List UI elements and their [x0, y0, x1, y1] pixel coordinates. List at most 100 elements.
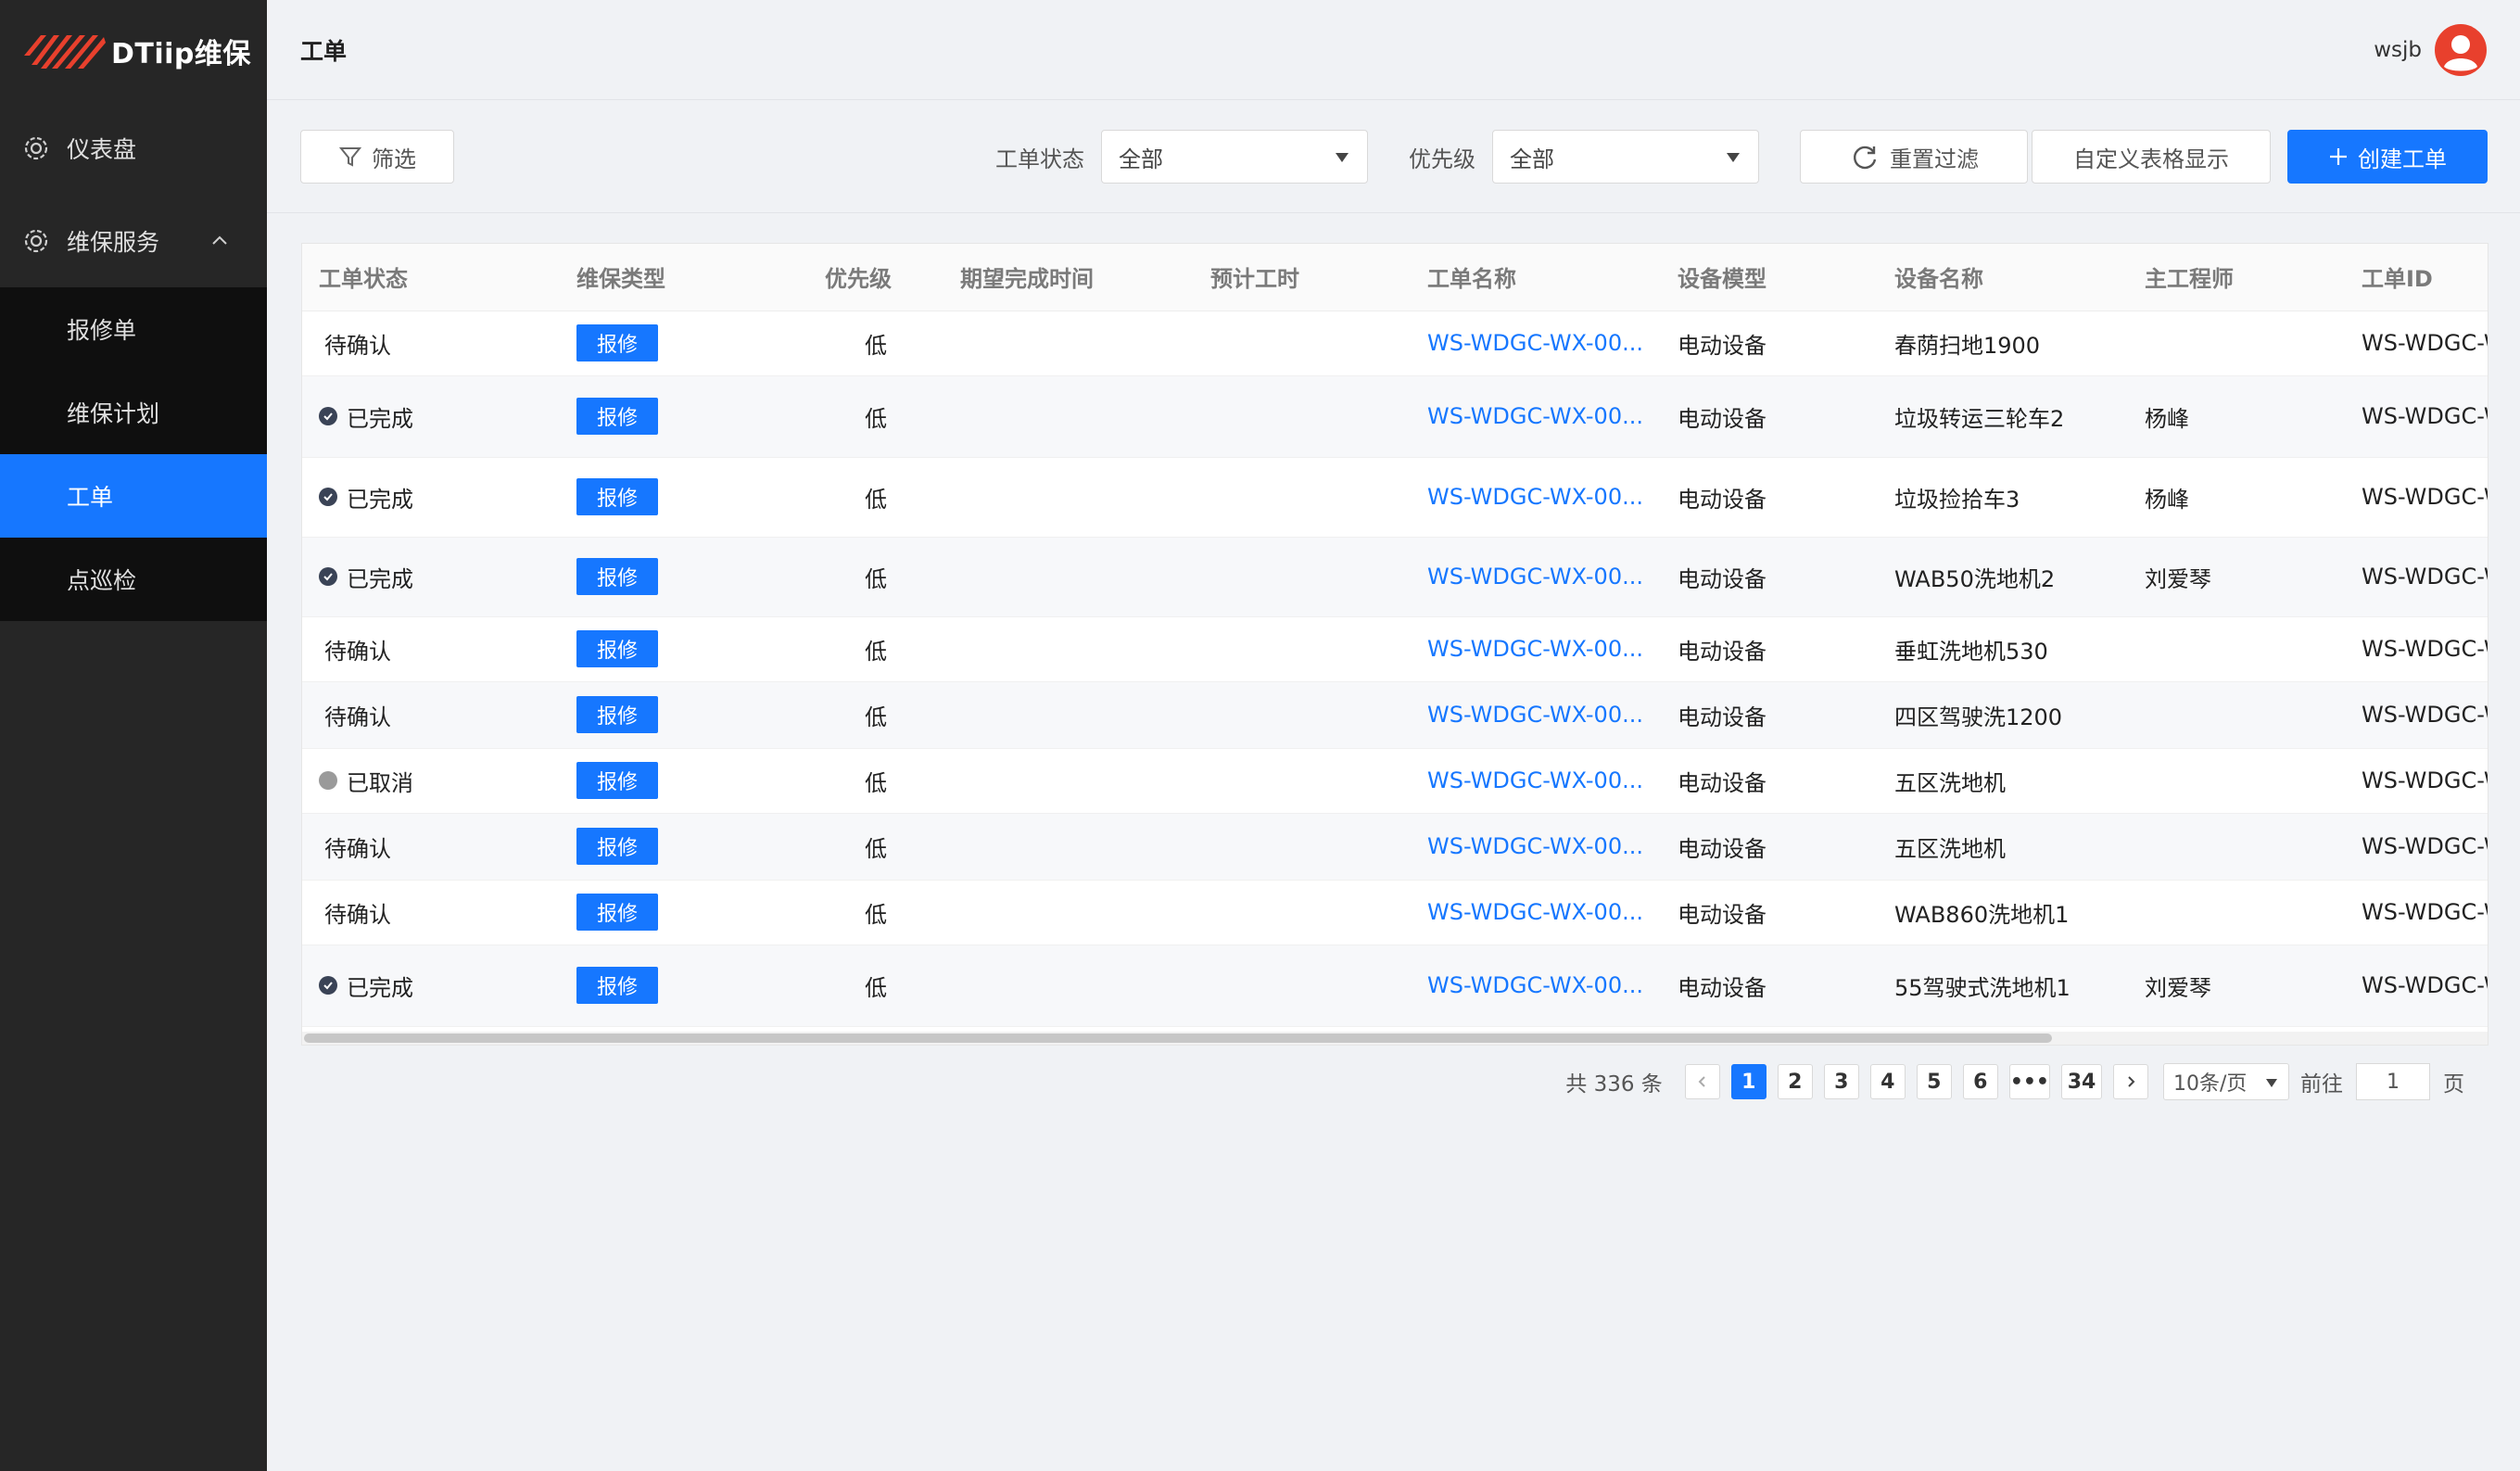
cell-priority: 低	[808, 457, 943, 538]
table-row[interactable]: 待确认 报修 低 WS-WDGC-WX-00... 电动设备五区洗地机 WS-WDGC-W	[302, 813, 2488, 881]
filter-button[interactable]: 筛选	[300, 130, 454, 184]
col-header-expected[interactable]: 期望完成时间	[943, 244, 1194, 311]
type-tag: 报修	[576, 696, 659, 733]
cell-device: 垂虹洗地机530	[1878, 616, 2128, 682]
type-tag: 报修	[576, 324, 659, 361]
menu-dashboard-label: 仪表盘	[67, 136, 137, 163]
cell-type: 报修	[560, 537, 808, 617]
col-header-hours[interactable]: 预计工时	[1194, 244, 1411, 311]
type-tag: 报修	[576, 630, 659, 667]
table-row[interactable]: 待确认 报修 低 WS-WDGC-WX-00... 电动设备 垂虹洗地机530 WS-WDG…	[302, 616, 2488, 682]
cell-status: 待确认	[302, 311, 560, 376]
page-ellipsis[interactable]: •••	[2008, 1064, 2050, 1099]
table-row[interactable]: 已完成 报修 低 WS-WDGC-WX-00... 电动设备 WAB50洗地机2 刘爱琴 WS…	[302, 537, 2488, 617]
page-size-select[interactable]: 10条/页	[2163, 1063, 2289, 1100]
table-row[interactable]: 已完成 报修 低 WS-WDGC-WX-00... 电动设备 垃圾转运三轮车2 杨峰 WS-W…	[302, 375, 2488, 458]
cell-engineer: 杨峰	[2128, 457, 2345, 538]
cell-name: WS-WDGC-WX-00...	[1411, 748, 1661, 814]
cell-expected	[943, 616, 1194, 682]
status-select[interactable]: 全部	[1101, 130, 1368, 184]
sidebar-item-work-order[interactable]: 工单	[0, 454, 267, 538]
menu-dashboard[interactable]: 仪表盘	[0, 102, 267, 195]
gear-icon	[24, 136, 48, 160]
page-suffix: 页	[2443, 1072, 2464, 1097]
cell-type: 报修	[560, 813, 808, 881]
menu-service[interactable]: 维保服务	[0, 195, 267, 287]
status-text: 已完成	[347, 486, 413, 513]
cell-hours	[1194, 748, 1411, 814]
col-header-name[interactable]: 工单名称	[1411, 244, 1661, 311]
cell-hours	[1194, 945, 1411, 1027]
type-tag: 报修	[576, 894, 659, 931]
col-header-engineer[interactable]: 主工程师	[2128, 244, 2345, 311]
cell-device: 垃圾捡拾车3	[1878, 457, 2128, 538]
logo[interactable]: DTiip维保	[0, 0, 267, 102]
work-order-link[interactable]: WS-WDGC-WX-00...	[1427, 899, 1643, 925]
page-6[interactable]: 6	[1962, 1064, 1998, 1099]
page-size-value: 10条/页	[2173, 1072, 2248, 1096]
table-row[interactable]: 已完成 报修 低 WS-WDGC-WX-00... 电动设备 垃圾捡拾车3 杨峰 WS-WDG…	[302, 457, 2488, 538]
cell-name: WS-WDGC-WX-00...	[1411, 681, 1661, 749]
cell-expected	[943, 945, 1194, 1027]
user-menu[interactable]: wsjb	[2374, 23, 2487, 76]
work-order-link[interactable]: WS-WDGC-WX-00...	[1427, 564, 1643, 590]
table-row[interactable]: 待确认 报修 低 WS-WDGC-WX-00... 电动设备 WAB860洗地机1 WS-W…	[302, 880, 2488, 945]
menu-service-label: 维保服务	[67, 229, 160, 256]
page-5[interactable]: 5	[1916, 1064, 1952, 1099]
cell-model: 电动设备	[1661, 748, 1878, 814]
page-1[interactable]: 1	[1730, 1064, 1767, 1099]
type-tag: 报修	[576, 762, 659, 799]
check-circle-icon	[319, 488, 337, 506]
cell-engineer: 刘爱琴	[2128, 537, 2345, 617]
prev-page-button[interactable]	[1684, 1064, 1720, 1099]
cell-type: 报修	[560, 375, 808, 458]
work-order-link[interactable]: WS-WDGC-WX-00...	[1427, 636, 1643, 662]
col-header-id[interactable]: 工单ID	[2345, 244, 2488, 311]
page-last[interactable]: 34	[2061, 1064, 2102, 1099]
cell-name: WS-WDGC-WX-00...	[1411, 945, 1661, 1027]
custom-columns-button[interactable]: 自定义表格显示	[2032, 130, 2271, 184]
table-row[interactable]: 待确认 报修 低 WS-WDGC-WX-00... 电动设备 四区驾驶洗1200 WS-WD…	[302, 681, 2488, 749]
work-order-link[interactable]: WS-WDGC-WX-00...	[1427, 484, 1643, 510]
cell-id: WS-WDGC-W	[2345, 813, 2488, 881]
cell-status: 已取消	[302, 748, 560, 814]
col-header-priority[interactable]: 优先级	[808, 244, 943, 311]
scrollbar-thumb[interactable]	[304, 1034, 2052, 1043]
reset-filter-button[interactable]: 重置过滤	[1800, 130, 2028, 184]
work-order-link[interactable]: WS-WDGC-WX-00...	[1427, 767, 1643, 793]
work-order-link[interactable]: WS-WDGC-WX-00...	[1427, 702, 1643, 728]
work-order-link[interactable]: WS-WDGC-WX-00...	[1427, 833, 1643, 859]
page-2[interactable]: 2	[1777, 1064, 1813, 1099]
cell-name: WS-WDGC-WX-00...	[1411, 880, 1661, 945]
user-avatar-icon[interactable]	[2435, 23, 2487, 76]
table-row[interactable]: 已完成 报修 低 WS-WDGC-WX-00... 电动设备 55驾驶式洗地机1 刘爱琴 WS…	[302, 945, 2488, 1027]
col-header-status[interactable]: 工单状态	[302, 244, 560, 311]
col-header-model[interactable]: 设备模型	[1661, 244, 1878, 311]
col-header-type[interactable]: 维保类型	[560, 244, 808, 311]
sidebar-item-repair-order[interactable]: 报修单	[0, 287, 267, 371]
next-page-button[interactable]	[2113, 1064, 2148, 1099]
table-row[interactable]: 已取消 报修 低 WS-WDGC-WX-00... 电动设备五区洗地机 WS-WDGC-W	[302, 748, 2488, 814]
work-order-link[interactable]: WS-WDGC-WX-00...	[1427, 403, 1643, 429]
col-header-device[interactable]: 设备名称	[1878, 244, 2128, 311]
cell-name: WS-WDGC-WX-00...	[1411, 375, 1661, 458]
page-3[interactable]: 3	[1823, 1064, 1859, 1099]
sidebar-item-maintenance-plan[interactable]: 维保计划	[0, 371, 267, 454]
table-row[interactable]: 待确认 报修 低 WS-WDGC-WX-00... 电动设备 春荫扫地1900 WS-WDG…	[302, 311, 2488, 376]
work-order-link[interactable]: WS-WDGC-WX-00...	[1427, 972, 1643, 998]
cell-id: WS-WDGC-W	[2345, 375, 2488, 458]
status-text: 已完成	[347, 405, 413, 432]
cell-priority: 低	[808, 681, 943, 749]
goto-page-input[interactable]: 1	[2356, 1063, 2430, 1100]
caret-down-icon	[2266, 1079, 2277, 1087]
table-body: 待确认 报修低 WS-WDGC-WX-00... 电动设备 春荫扫地1900 WS-WDG…	[302, 311, 2488, 1027]
horizontal-scrollbar[interactable]	[302, 1032, 2488, 1045]
cell-hours	[1194, 616, 1411, 682]
priority-select[interactable]: 全部	[1492, 130, 1759, 184]
page-4[interactable]: 4	[1869, 1064, 1906, 1099]
cell-device: 五区洗地机	[1878, 748, 2128, 814]
goto-label: 前往	[2300, 1072, 2343, 1097]
sidebar-item-inspection[interactable]: 点巡检	[0, 538, 267, 621]
work-order-link[interactable]: WS-WDGC-WX-00...	[1427, 330, 1643, 356]
create-work-order-button[interactable]: 创建工单	[2287, 130, 2488, 184]
